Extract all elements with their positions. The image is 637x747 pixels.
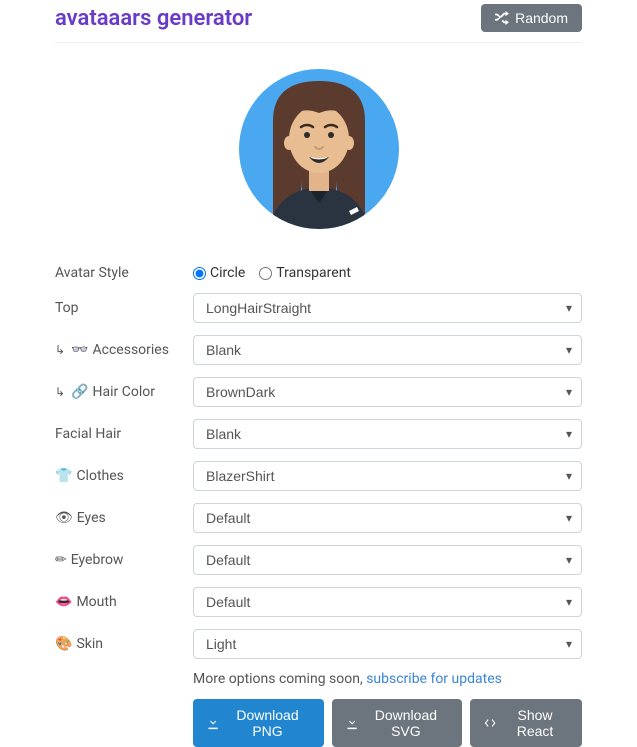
radio-transparent-label: Transparent <box>276 265 351 281</box>
label-mouth: 👄Mouth <box>55 594 193 610</box>
download-icon <box>346 716 358 730</box>
row-eyes: 👁EyesDefault <box>55 503 582 533</box>
indent-icon: ↳ <box>55 385 65 399</box>
indent-icon: ↳ <box>55 343 65 357</box>
download-svg-button[interactable]: Download SVG <box>332 699 462 747</box>
code-icon <box>484 716 496 730</box>
radio-transparent-input[interactable] <box>259 267 272 280</box>
label-text-mouth: Mouth <box>76 594 116 610</box>
random-button[interactable]: Random <box>481 4 582 32</box>
label-skin: 🎨Skin <box>55 636 193 652</box>
label-text-clothes: Clothes <box>76 468 123 484</box>
label-text-eyebrow: Eyebrow <box>71 552 124 568</box>
row-eyebrow: ✏EyebrowDefault <box>55 545 582 575</box>
skin-icon: 🎨 <box>55 636 72 652</box>
row-clothes: 👕ClothesBlazerShirt <box>55 461 582 491</box>
shuffle-icon <box>495 11 509 25</box>
avatar-image <box>239 61 399 241</box>
show-react-label: Show React <box>502 707 568 739</box>
select-top[interactable]: LongHairStraight <box>193 293 582 323</box>
random-button-label: Random <box>515 10 568 26</box>
label-avatar-style: Avatar Style <box>55 265 193 281</box>
label-facial_hair: Facial Hair <box>55 426 193 442</box>
select-mouth[interactable]: Default <box>193 587 582 617</box>
row-hair_color: ↳ 🔗 Hair Color BrownDark <box>55 377 582 407</box>
clothes-icon: 👕 <box>55 468 72 484</box>
subscribe-link[interactable]: subscribe for updates <box>366 671 502 687</box>
label-top: Top <box>55 300 193 316</box>
label-eyebrow: ✏Eyebrow <box>55 552 193 568</box>
download-png-button[interactable]: Download PNG <box>193 699 324 747</box>
accessories-icon: 👓 <box>71 342 88 358</box>
label-text-hair_color: Hair Color <box>93 384 155 400</box>
page-title: avataaars generator <box>55 6 252 31</box>
row-skin: 🎨SkinLight <box>55 629 582 659</box>
label-accessories: ↳ 👓 Accessories <box>55 342 193 358</box>
download-icon <box>207 716 219 730</box>
row-accessories: ↳ 👓 Accessories Blank <box>55 335 582 365</box>
row-top: Top LongHairStraight <box>55 293 582 323</box>
download-svg-label: Download SVG <box>364 707 448 739</box>
label-text-facial_hair: Facial Hair <box>55 426 121 442</box>
avatar-preview <box>55 61 582 241</box>
mouth-icon: 👄 <box>55 594 72 610</box>
label-text-accessories: Accessories <box>93 342 169 358</box>
eyes-icon: 👁 <box>55 510 73 526</box>
radio-circle-input[interactable] <box>193 267 206 280</box>
select-skin[interactable]: Light <box>193 629 582 659</box>
label-text-top: Top <box>55 300 79 316</box>
radio-transparent[interactable]: Transparent <box>259 265 351 281</box>
label-hair_color: ↳ 🔗 Hair Color <box>55 384 193 400</box>
eyebrow-icon: ✏ <box>55 552 67 568</box>
more-options-prefix: More options coming soon, <box>193 671 366 687</box>
header: avataaars generator Random <box>55 0 582 43</box>
select-eyes[interactable]: Default <box>193 503 582 533</box>
more-options-text: More options coming soon, subscribe for … <box>193 671 582 687</box>
radio-circle[interactable]: Circle <box>193 265 245 281</box>
radio-circle-label: Circle <box>210 265 245 281</box>
row-facial_hair: Facial Hair Blank <box>55 419 582 449</box>
row-avatar-style: Avatar Style Circle Transparent <box>55 265 582 281</box>
label-text-skin: Skin <box>76 636 103 652</box>
button-row: Download PNG Download SVG Show React <box>193 699 582 747</box>
label-clothes: 👕Clothes <box>55 468 193 484</box>
select-eyebrow[interactable]: Default <box>193 545 582 575</box>
row-mouth: 👄MouthDefault <box>55 587 582 617</box>
select-clothes[interactable]: BlazerShirt <box>193 461 582 491</box>
label-text-eyes: Eyes <box>77 510 106 526</box>
select-facial_hair[interactable]: Blank <box>193 419 582 449</box>
label-eyes: 👁Eyes <box>55 510 193 526</box>
hair_color-icon: 🔗 <box>71 384 88 400</box>
select-accessories[interactable]: Blank <box>193 335 582 365</box>
select-hair_color[interactable]: BrownDark <box>193 377 582 407</box>
show-react-button[interactable]: Show React <box>470 699 582 747</box>
download-png-label: Download PNG <box>225 707 309 739</box>
